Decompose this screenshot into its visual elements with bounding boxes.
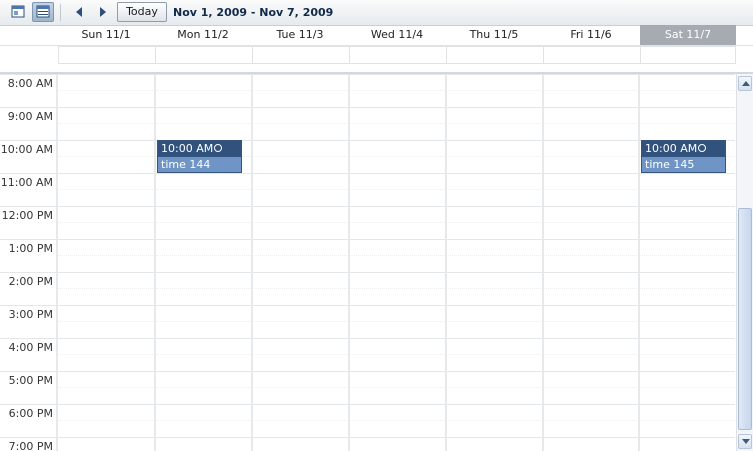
half-hour-line <box>58 189 735 190</box>
day-header-tue[interactable]: Tue 11/3 <box>252 25 348 45</box>
event-title: time 144 <box>158 157 241 172</box>
hour-label: 9:00 AM <box>7 110 53 123</box>
arrow-up-icon <box>742 81 750 86</box>
half-hour-line <box>58 354 735 355</box>
day-header-sun[interactable]: Sun 11/1 <box>58 25 154 45</box>
alarm-clock-icon <box>698 144 706 152</box>
hour-line <box>0 404 735 405</box>
hour-label: 7:00 PM <box>8 440 53 451</box>
all-day-cell[interactable] <box>640 46 736 64</box>
hour-label: 5:00 PM <box>8 374 53 387</box>
event-start-time: 10:00 AM <box>161 142 214 155</box>
half-hour-line <box>58 420 735 421</box>
arrow-down-icon <box>742 439 750 444</box>
date-range-title: Nov 1, 2009 - Nov 7, 2009 <box>173 6 334 19</box>
hour-label: 8:00 AM <box>7 77 53 90</box>
hour-line <box>0 107 735 108</box>
column-separator <box>445 74 447 451</box>
hour-line <box>0 74 735 75</box>
event-start-time: 10:00 AM <box>645 142 698 155</box>
hour-label: 12:00 PM <box>1 209 53 222</box>
hour-label: 3:00 PM <box>8 308 53 321</box>
all-day-cell[interactable] <box>155 46 253 64</box>
half-hour-line <box>58 123 735 124</box>
half-hour-line <box>58 222 735 223</box>
chevron-right-icon[interactable] <box>100 7 106 17</box>
week-view-button[interactable] <box>32 2 54 22</box>
hour-line <box>0 437 735 438</box>
event-time-144[interactable]: 10:00 AM time 144 <box>157 140 242 173</box>
vertical-scrollbar[interactable] <box>736 74 753 451</box>
scroll-down-button[interactable] <box>738 434 752 449</box>
event-time-header: 10:00 AM <box>158 141 241 157</box>
hour-line <box>0 239 735 240</box>
half-hour-line <box>58 255 735 256</box>
day-view-button[interactable] <box>7 2 29 22</box>
event-time-145[interactable]: 10:00 AM time 145 <box>641 140 726 173</box>
event-title: time 145 <box>642 157 725 172</box>
column-separator <box>348 74 350 451</box>
column-separator <box>251 74 253 451</box>
day-header-mon[interactable]: Mon 11/2 <box>155 25 251 45</box>
column-separator <box>542 74 544 451</box>
all-day-cell[interactable] <box>543 46 641 64</box>
hour-line <box>0 206 735 207</box>
hour-line <box>0 140 735 141</box>
alarm-clock-icon <box>214 144 222 152</box>
column-separator <box>154 74 156 451</box>
week-view-icon <box>36 5 50 18</box>
day-view-icon <box>11 5 25 18</box>
half-hour-line <box>58 288 735 289</box>
toolbar-separator <box>60 4 61 21</box>
hour-line <box>0 305 735 306</box>
scroll-up-button[interactable] <box>738 76 752 91</box>
day-header-row: Sun 11/1 Mon 11/2 Tue 11/3 Wed 11/4 Thu … <box>0 25 753 46</box>
column-separator <box>638 74 640 451</box>
half-hour-line <box>58 387 735 388</box>
all-day-row <box>0 46 753 65</box>
hour-label: 6:00 PM <box>8 407 53 420</box>
day-header-wed[interactable]: Wed 11/4 <box>349 25 445 45</box>
hour-label: 4:00 PM <box>8 341 53 354</box>
hour-label: 11:00 AM <box>0 176 53 189</box>
hour-line <box>0 272 735 273</box>
all-day-cell[interactable] <box>252 46 350 64</box>
all-day-cell[interactable] <box>446 46 544 64</box>
day-header-fri[interactable]: Fri 11/6 <box>543 25 639 45</box>
chevron-left-icon[interactable] <box>76 7 82 17</box>
half-hour-line <box>58 321 735 322</box>
day-header-thu[interactable]: Thu 11/5 <box>446 25 542 45</box>
hour-label: 1:00 PM <box>8 242 53 255</box>
all-day-cell[interactable] <box>58 46 156 64</box>
day-header-sat[interactable]: Sat 11/7 <box>640 25 736 45</box>
column-separator <box>56 74 58 451</box>
half-hour-line <box>58 90 735 91</box>
time-grid[interactable]: 8:00 AM 9:00 AM 10:00 AM 11:00 AM 12:00 … <box>0 74 753 451</box>
hour-label: 2:00 PM <box>8 275 53 288</box>
scrollbar-thumb[interactable] <box>738 208 752 430</box>
calendar-toolbar: Today Nov 1, 2009 - Nov 7, 2009 <box>0 0 753 26</box>
all-day-cell[interactable] <box>349 46 447 64</box>
hour-line <box>0 371 735 372</box>
today-button[interactable]: Today <box>117 2 167 22</box>
hour-label: 10:00 AM <box>0 143 53 156</box>
hour-line <box>0 173 735 174</box>
event-time-header: 10:00 AM <box>642 141 725 157</box>
hour-line <box>0 338 735 339</box>
